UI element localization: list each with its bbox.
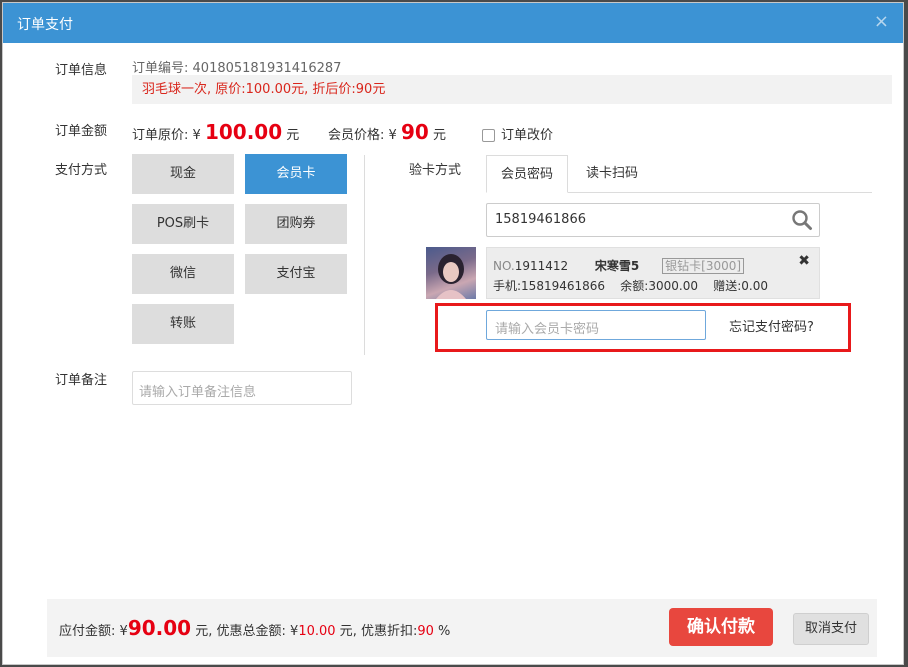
promo-text: 羽毛球一次, 原价:100.00元, 折后价:90元 xyxy=(132,75,892,104)
currency-unit: 元 xyxy=(339,624,353,639)
member-card-row-2: 手机:15819461866 余额:3000.00 赠送:0.00 xyxy=(493,277,768,294)
member-price-value: 90 xyxy=(400,120,429,144)
member-price: 会员价格: ¥ 90 元 xyxy=(328,120,446,144)
pay-method-cash[interactable]: 现金 xyxy=(132,154,234,194)
order-amount-label: 订单金额 xyxy=(55,124,108,139)
card-verify-label: 验卡方式 xyxy=(409,163,462,178)
section-divider xyxy=(364,155,365,355)
close-icon[interactable]: × xyxy=(874,11,889,32)
currency-unit: 元 xyxy=(195,624,209,639)
gift-label: 赠送: xyxy=(713,279,742,293)
gift-value: 0.00 xyxy=(741,279,768,293)
original-price: 订单原价: ¥ 100.00 元 xyxy=(132,120,299,144)
member-name: 宋寒雪5 xyxy=(594,259,640,273)
order-remark-label: 订单备注 xyxy=(55,373,108,388)
member-password-input[interactable]: 请输入会员卡密码 xyxy=(486,310,706,340)
pay-method-pos[interactable]: POS刷卡 xyxy=(132,204,234,244)
search-icon[interactable] xyxy=(791,209,813,235)
order-payment-dialog: 订单支付 × 订单信息 订单编号: 401805181931416287 羽毛球… xyxy=(2,2,904,665)
member-search-input[interactable]: 15819461866 xyxy=(486,203,820,237)
original-price-label: 订单原价: xyxy=(132,128,189,143)
order-number-label: 订单编号: xyxy=(132,61,189,76)
member-avatar xyxy=(426,247,476,299)
pay-method-wechat[interactable]: 微信 xyxy=(132,254,234,294)
phone-value: 15819461866 xyxy=(521,279,606,293)
discount-rate-value: 90 xyxy=(417,624,434,639)
payable-value: 90.00 xyxy=(127,616,192,640)
currency-symbol: ¥ xyxy=(388,128,397,143)
balance-label: 余额: xyxy=(620,279,649,293)
member-price-label: 会员价格: xyxy=(328,128,385,143)
member-no: 1911412 xyxy=(514,259,569,273)
member-search-value: 15819461866 xyxy=(495,212,586,227)
percent-sign: % xyxy=(438,624,451,639)
pay-method-alipay[interactable]: 支付宝 xyxy=(245,254,347,294)
forgot-password-link[interactable]: 忘记支付密码? xyxy=(729,316,814,335)
payable-label: 应付金额: xyxy=(59,624,116,639)
order-number: 订单编号: 401805181931416287 xyxy=(132,57,341,76)
tab-member-password[interactable]: 会员密码 xyxy=(486,155,568,193)
original-price-value: 100.00 xyxy=(204,120,283,144)
edit-price-checkbox-row[interactable]: 订单改价 xyxy=(482,124,553,143)
discount-total-value: 10.00 xyxy=(298,624,336,639)
order-remark-input[interactable]: 请输入订单备注信息 xyxy=(132,371,352,405)
payment-method-label: 支付方式 xyxy=(55,163,108,178)
discount-total-label: 优惠总金额: xyxy=(216,624,286,639)
dialog-title: 订单支付 xyxy=(17,17,73,33)
member-card-row-1: NO.1911412 宋寒雪5 银钻卡[3000] xyxy=(493,257,745,274)
currency-symbol: ¥ xyxy=(192,128,201,143)
order-info-label: 订单信息 xyxy=(55,63,108,78)
dialog-titlebar: 订单支付 × xyxy=(3,3,903,43)
discount-rate-label: 优惠折扣: xyxy=(360,624,418,639)
edit-price-label: 订单改价 xyxy=(501,128,554,143)
payment-summary: 应付金额: ¥90.00 元, 优惠总金额: ¥10.00 元, 优惠折扣:90… xyxy=(59,616,451,640)
remove-member-icon[interactable]: ✖ xyxy=(798,253,810,269)
tab-card-scan[interactable]: 读卡扫码 xyxy=(571,155,653,193)
member-card-info: NO.1911412 宋寒雪5 银钻卡[3000] 手机:15819461866… xyxy=(486,247,820,299)
currency-unit: 元 xyxy=(286,128,300,143)
currency-symbol: ¥ xyxy=(119,624,128,639)
currency-unit: 元 xyxy=(432,128,446,143)
cancel-payment-button[interactable]: 取消支付 xyxy=(793,613,869,645)
phone-label: 手机: xyxy=(493,279,522,293)
order-number-value: 401805181931416287 xyxy=(192,61,342,76)
edit-price-checkbox[interactable] xyxy=(482,129,495,142)
confirm-payment-button[interactable]: 确认付款 xyxy=(669,608,773,646)
member-no-label: NO. xyxy=(493,259,515,273)
remark-placeholder: 请输入订单备注信息 xyxy=(139,385,257,400)
pay-method-group-coupon[interactable]: 团购券 xyxy=(245,204,347,244)
balance-value: 3000.00 xyxy=(648,279,698,293)
pay-method-member-card[interactable]: 会员卡 xyxy=(245,154,347,194)
payment-footer: 应付金额: ¥90.00 元, 优惠总金额: ¥10.00 元, 优惠折扣:90… xyxy=(47,599,877,657)
pay-method-transfer[interactable]: 转账 xyxy=(132,304,234,344)
card-type-badge: 银钻卡[3000] xyxy=(662,258,745,274)
password-placeholder: 请输入会员卡密码 xyxy=(495,322,600,337)
